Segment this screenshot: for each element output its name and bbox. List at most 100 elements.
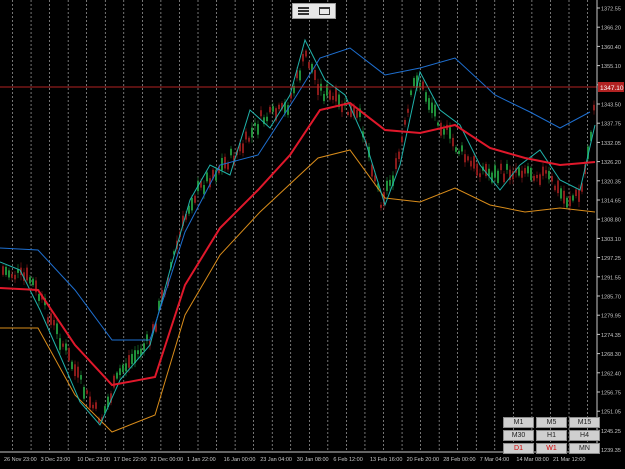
price-label: 1308.80 bbox=[601, 218, 621, 224]
window-icon[interactable] bbox=[317, 5, 333, 17]
candle-body bbox=[593, 104, 595, 111]
time-label: 26 Nov 23:00 bbox=[4, 457, 37, 463]
price-label: 1262.40 bbox=[601, 371, 621, 377]
time-label: 22 Dec 00:00 bbox=[150, 457, 183, 463]
candle-body bbox=[503, 173, 505, 183]
candle-body bbox=[230, 148, 232, 156]
candle-body bbox=[74, 364, 76, 377]
candle-body bbox=[224, 156, 226, 169]
candle-body bbox=[473, 156, 475, 169]
candle-body bbox=[128, 355, 130, 368]
timeframe-w1-button[interactable]: W1 bbox=[536, 443, 567, 454]
price-label: 1274.35 bbox=[601, 333, 621, 339]
time-label: 13 Feb 16:00 bbox=[370, 457, 402, 463]
candle-body bbox=[227, 163, 229, 170]
candle-body bbox=[26, 267, 28, 281]
candle-body bbox=[137, 350, 139, 355]
time-label: 20 Feb 20:00 bbox=[407, 457, 439, 463]
candle-body bbox=[461, 145, 463, 152]
candle-body bbox=[404, 119, 406, 125]
timeframe-m30-button[interactable]: M30 bbox=[503, 430, 534, 441]
time-label: 21 Mar 12:00 bbox=[553, 457, 585, 463]
time-label: 28 Feb 00:00 bbox=[443, 457, 475, 463]
candle-body bbox=[89, 396, 91, 408]
candle-body bbox=[8, 270, 10, 278]
candle-body bbox=[56, 323, 58, 335]
time-label: 17 Dec 22:00 bbox=[114, 457, 147, 463]
current-price-label: 1347.10 bbox=[600, 85, 624, 92]
timeframe-h1-button[interactable]: H1 bbox=[536, 430, 567, 441]
timeframe-h4-button[interactable]: H4 bbox=[569, 430, 600, 441]
timeframe-mn-button[interactable]: MN bbox=[569, 443, 600, 454]
candle-body bbox=[269, 106, 271, 113]
candle-body bbox=[323, 93, 325, 102]
candle-body bbox=[521, 170, 523, 178]
price-label: 1297.25 bbox=[601, 256, 621, 262]
candle-body bbox=[506, 163, 508, 170]
price-label: 1268.30 bbox=[601, 352, 621, 358]
candle-body bbox=[341, 105, 343, 113]
time-label: 1 Jan 22:00 bbox=[187, 457, 216, 463]
timeframe-m5-button[interactable]: M5 bbox=[536, 417, 567, 428]
candle-body bbox=[419, 82, 421, 88]
price-label: 1343.50 bbox=[601, 103, 621, 109]
candle-body bbox=[572, 195, 574, 201]
timeframe-m15-button[interactable]: M15 bbox=[569, 417, 600, 428]
candle-body bbox=[533, 175, 535, 181]
candle-body bbox=[272, 106, 274, 112]
price-chart[interactable]: 1372.551366.201360.401355.101349.301343.… bbox=[0, 0, 625, 469]
price-label: 1285.70 bbox=[601, 295, 621, 301]
candle-body bbox=[407, 108, 409, 113]
candle-body bbox=[536, 174, 538, 179]
candle-body bbox=[125, 363, 127, 372]
candle-body bbox=[14, 274, 16, 280]
candle-body bbox=[398, 151, 400, 160]
candle-body bbox=[530, 167, 532, 181]
candle-body bbox=[494, 165, 496, 178]
candle-body bbox=[206, 172, 208, 182]
candle-body bbox=[245, 131, 247, 140]
price-label: 1279.95 bbox=[601, 314, 621, 320]
candle-body bbox=[68, 348, 70, 361]
candle-body bbox=[257, 124, 259, 135]
time-label: 3 Dec 23:00 bbox=[41, 457, 71, 463]
candle-body bbox=[467, 156, 469, 161]
candle-body bbox=[578, 189, 580, 202]
candle-body bbox=[62, 343, 64, 347]
candle-body bbox=[548, 170, 550, 180]
lower-envelope-line bbox=[0, 149, 596, 433]
candle-body bbox=[38, 293, 40, 301]
price-label: 1320.35 bbox=[601, 179, 621, 185]
candle-body bbox=[326, 84, 328, 96]
candle-body bbox=[443, 128, 445, 135]
time-label: 7 Mar 04:00 bbox=[480, 457, 509, 463]
candle-body bbox=[386, 180, 388, 191]
candle-body bbox=[470, 160, 472, 167]
candle-body bbox=[116, 372, 118, 379]
candle-body bbox=[122, 364, 124, 373]
timeframe-m1-button[interactable]: M1 bbox=[503, 417, 534, 428]
hamburger-menu-icon[interactable] bbox=[296, 5, 312, 17]
candle-body bbox=[425, 92, 427, 102]
candle-body bbox=[401, 136, 403, 143]
candle-body bbox=[95, 402, 97, 409]
time-label: 30 Jan 08:00 bbox=[297, 457, 329, 463]
candle-body bbox=[518, 167, 520, 176]
price-label: 1355.10 bbox=[601, 64, 621, 70]
time-label: 16 Jan 00:00 bbox=[224, 457, 256, 463]
price-label: 1314.65 bbox=[601, 199, 621, 205]
candle-body bbox=[86, 390, 88, 394]
candle-body bbox=[410, 90, 412, 96]
price-label: 1251.05 bbox=[601, 410, 621, 416]
timeframe-d1-button[interactable]: D1 bbox=[503, 443, 534, 454]
candle-body bbox=[203, 185, 205, 195]
price-label: 1366.20 bbox=[601, 26, 621, 32]
candle-body bbox=[575, 189, 577, 197]
candle-body bbox=[278, 104, 280, 110]
candle-body bbox=[191, 197, 193, 211]
price-label: 1332.05 bbox=[601, 141, 621, 147]
candle-body bbox=[65, 343, 67, 351]
candle-body bbox=[464, 154, 466, 163]
price-label: 1360.40 bbox=[601, 45, 621, 51]
candle-body bbox=[248, 137, 250, 142]
